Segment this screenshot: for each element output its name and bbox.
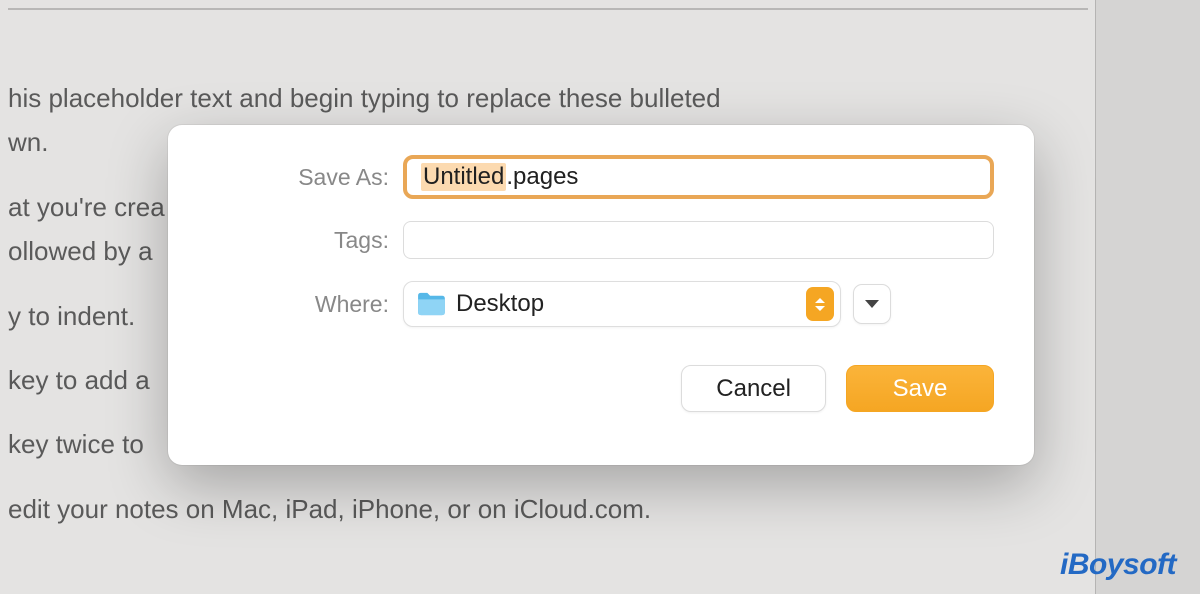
doc-line: his placeholder text and begin typing to… [8,80,1095,116]
expand-location-button[interactable] [853,284,891,324]
save-as-row: Save As: Untitled.pages [208,155,994,199]
cancel-button[interactable]: Cancel [681,365,826,412]
cancel-button-label: Cancel [716,375,791,403]
divider-line [8,8,1088,10]
tags-label: Tags: [208,227,403,254]
chevron-up-icon [815,298,825,303]
save-button-label: Save [893,375,948,403]
save-dialog: Save As: Untitled.pages Tags: Where: Des… [168,125,1034,465]
tags-row: Tags: [208,221,994,259]
watermark-logo: iBoysoft [1060,548,1176,582]
chevron-down-icon [865,300,879,308]
tags-input[interactable] [403,221,994,259]
folder-icon [416,292,446,316]
filename-extension: .pages [506,163,578,191]
where-value: Desktop [456,290,806,318]
dialog-button-row: Cancel Save [208,365,994,412]
doc-line: edit your notes on Mac, iPad, iPhone, or… [8,491,1095,527]
dropdown-stepper-icon [806,287,834,321]
save-as-input[interactable]: Untitled.pages [403,155,994,199]
filename-selected-text: Untitled [421,163,506,191]
right-sidebar-panel [1095,0,1200,594]
save-as-label: Save As: [208,164,403,191]
chevron-down-icon [815,306,825,311]
where-row: Where: Desktop [208,281,994,327]
where-dropdown[interactable]: Desktop [403,281,841,327]
save-button[interactable]: Save [846,365,994,412]
where-label: Where: [208,291,403,318]
